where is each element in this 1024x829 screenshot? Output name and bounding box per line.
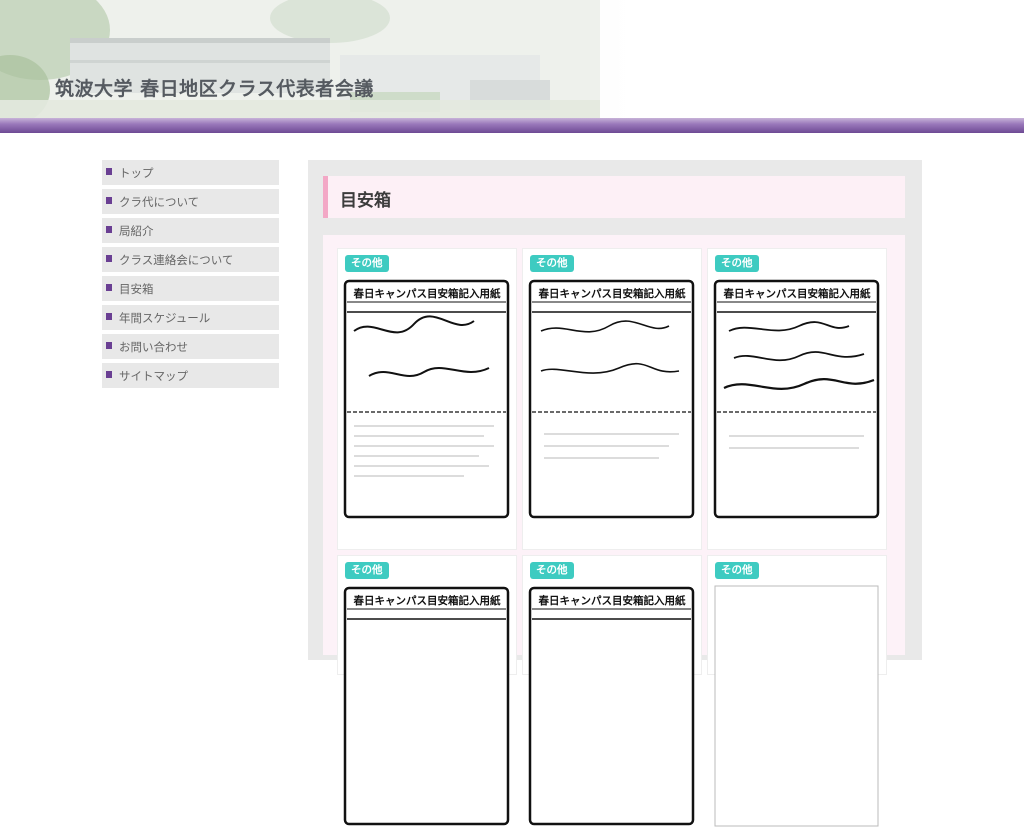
sidebar-item-suggestion-box[interactable]: 目安箱 — [102, 276, 279, 301]
suggestion-form-image: 春日キャンパス目安箱記入用紙 — [713, 276, 880, 522]
page-title: 目安箱 — [340, 191, 391, 211]
suggestion-card[interactable]: その他 — [707, 555, 887, 827]
sidebar-item-label: 目安箱 — [119, 281, 154, 296]
sidebar-item-schedule[interactable]: 年間スケジュール — [102, 305, 279, 330]
category-tag[interactable]: その他 — [715, 255, 759, 272]
form-title: 春日キャンパス目安箱記入用紙 — [723, 288, 871, 300]
bullet-icon — [106, 255, 112, 262]
sidebar-item-about[interactable]: クラ代について — [102, 189, 279, 214]
form-outline — [343, 279, 510, 519]
bullet-icon — [106, 226, 112, 233]
suggestion-grid: その他 春日キャンパス目安箱記入用紙 その他 春日キャンパス目安箱記入用紙 その… — [323, 235, 905, 827]
suggestion-card[interactable]: その他 春日キャンパス目安箱記入用紙 — [337, 248, 517, 550]
sidebar-item-label: サイトマップ — [119, 368, 188, 383]
category-tag[interactable]: その他 — [715, 562, 759, 579]
bullet-icon — [106, 342, 112, 349]
suggestion-card[interactable]: その他 春日キャンパス目安箱記入用紙 — [707, 248, 887, 550]
form-title: 春日キャンパス目安箱記入用紙 — [538, 288, 686, 300]
sidebar-item-contact[interactable]: お問い合わせ — [102, 334, 279, 359]
form-outline — [714, 585, 879, 827]
sidebar-nav: トップ クラ代について 局紹介 クラス連絡会について 目安箱 年間スケジュール … — [102, 160, 279, 392]
sidebar-item-sitemap[interactable]: サイトマップ — [102, 363, 279, 388]
sidebar-item-label: お問い合わせ — [119, 339, 188, 354]
sidebar-item-label: トップ — [119, 165, 154, 180]
form-outline — [343, 586, 510, 826]
sidebar-item-label: クラ代について — [119, 194, 200, 209]
bullet-icon — [106, 197, 112, 204]
category-tag[interactable]: その他 — [345, 255, 389, 272]
header-divider-band — [0, 118, 1024, 133]
form-title: 春日キャンパス目安箱記入用紙 — [538, 595, 686, 607]
sidebar-item-label: 局紹介 — [119, 223, 154, 238]
sidebar-item-bureaus[interactable]: 局紹介 — [102, 218, 279, 243]
suggestion-form-image: 春日キャンパス目安箱記入用紙 — [528, 276, 695, 522]
suggestion-card[interactable]: その他 春日キャンパス目安箱記入用紙 — [522, 248, 702, 550]
bullet-icon — [106, 313, 112, 320]
site-header: 筑波大学 春日地区クラス代表者会議 — [0, 0, 1024, 118]
suggestion-card[interactable]: その他 春日キャンパス目安箱記入用紙 — [522, 555, 702, 826]
category-tag[interactable]: その他 — [345, 562, 389, 579]
category-tag[interactable]: その他 — [530, 562, 574, 579]
suggestion-form-image: 春日キャンパス目安箱記入用紙 — [343, 583, 510, 826]
suggestion-form-image: 春日キャンパス目安箱記入用紙 — [343, 276, 510, 522]
sidebar-item-label: 年間スケジュール — [119, 310, 211, 325]
site-title[interactable]: 筑波大学 春日地区クラス代表者会議 — [55, 74, 374, 101]
sidebar-item-class-meeting[interactable]: クラス連絡会について — [102, 247, 279, 272]
suggestion-form-image — [714, 583, 880, 827]
page-heading: 目安箱 — [323, 176, 905, 218]
sidebar-item-top[interactable]: トップ — [102, 160, 279, 185]
suggestion-form-image: 春日キャンパス目安箱記入用紙 — [528, 583, 695, 826]
category-tag[interactable]: その他 — [530, 255, 574, 272]
main-panel: 目安箱 その他 春日キャンパス目安箱記入用紙 その他 春日キャンパス目安箱記入用… — [308, 160, 922, 827]
bullet-icon — [106, 168, 112, 175]
form-title: 春日キャンパス目安箱記入用紙 — [353, 288, 501, 300]
sidebar-item-label: クラス連絡会について — [119, 252, 234, 267]
bullet-icon — [106, 284, 112, 291]
form-title: 春日キャンパス目安箱記入用紙 — [353, 595, 501, 607]
form-outline — [528, 586, 695, 826]
form-outline — [713, 279, 880, 519]
form-outline — [528, 279, 695, 519]
bullet-icon — [106, 371, 112, 378]
suggestion-card[interactable]: その他 春日キャンパス目安箱記入用紙 — [337, 555, 517, 826]
